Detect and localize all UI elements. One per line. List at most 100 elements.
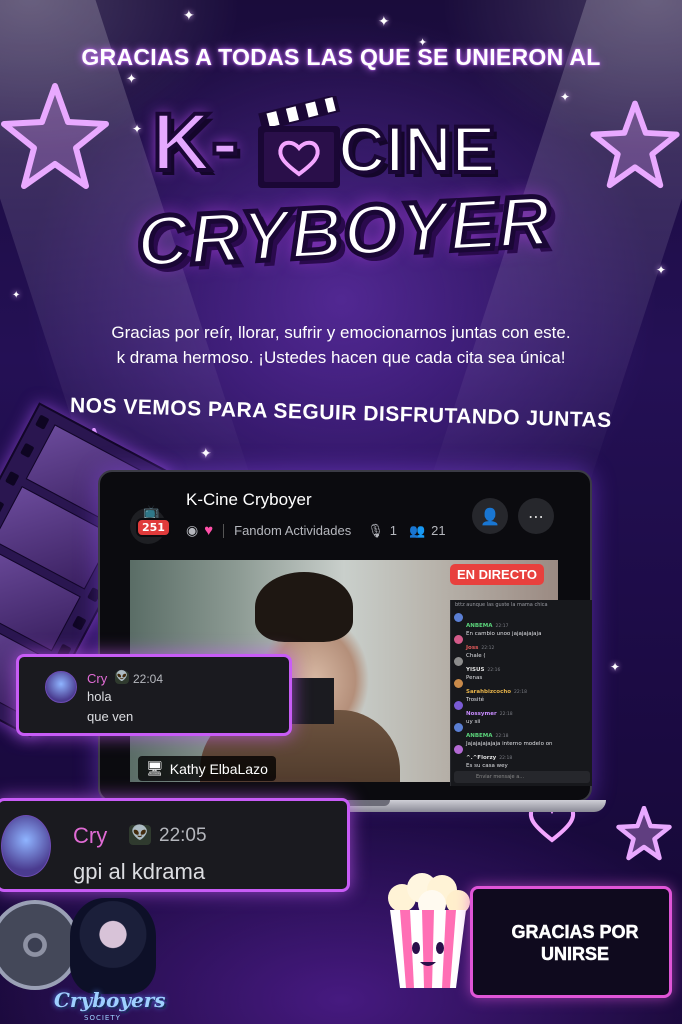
thanks-line-1: Gracias por reír, llorar, sufrir y emoci… [111,323,571,342]
chat-author: ANBEMA [466,623,493,629]
chat-message[interactable]: Sarahbizcocho 22:18 Trosité [451,676,592,703]
chat-time: 22:18 [495,734,509,739]
divider [223,523,225,538]
monitor-icon: 🖥 [146,760,164,776]
ticket-banner: GRACIAS POR UNIRSE [470,886,672,998]
avatar [454,745,463,754]
video-person-hair [255,572,353,642]
chat-message-list: ANBEMA 22:17 En cambio unoo jajajajajaja Jo… [451,610,592,769]
chat-time: 22:12 [481,646,495,651]
chat-message-header: Nossymer 22:18 [466,700,513,719]
chat-message-card: Cry 👽 22:04 hola que ven [16,654,292,736]
chat-message-header: ^.^Florzy 22:18 [466,744,512,763]
brand-logo-subtext: SOCIETY [84,1014,121,1022]
stage-meta: ◉ ♥ Fandom Actividades 🎙 1 👥 21 [186,522,446,539]
chat-message-card-large: Cry 👽 22:05 gpi al kdrama [0,798,350,892]
chat-message-header: ANBEMA 22:18 [466,722,553,741]
sparkle-icon: ✦ [610,660,621,674]
chat-top-text: bttz aunque las guste la mama chica [455,602,548,608]
chat-time: 22:18 [499,712,513,717]
logo-k-text: K- [150,97,241,188]
stage-title: K-Cine Cryboyer [186,490,312,509]
chat-message-body: Nossymer 22:18 uy sii [466,700,513,725]
thanks-paragraph: Gracias por reír, llorar, sufrir y emoci… [20,320,662,370]
alien-badge-icon: 👽 [115,671,129,684]
message-time: 22:05 [159,825,207,846]
message-author: Cry [87,671,108,686]
chat-author: ^.^Florzy [466,755,497,761]
chat-time: 22:17 [495,624,509,629]
sparkle-icon: ✦ [12,290,21,301]
live-badge: EN DIRECTO [450,564,544,585]
chat-message-body: YISUS 22:16 Penas [466,656,500,681]
chat-message-body: ^.^Florzy 22:18 Es su casa wey [466,744,512,769]
avatar [454,657,463,666]
chat-time: 22:18 [499,756,513,761]
stage-category: Fandom Actividades [234,523,352,538]
brand-logo-text: Cryboyers [54,988,166,1012]
thanks-line-2: k drama hermoso. ¡Ustedes hacen que cada… [116,348,566,367]
more-icon: ⋯ [528,506,544,526]
avatar [45,671,77,703]
screen-share-label: 🖥 Kathy ElbaLazo [138,756,276,781]
chat-message[interactable]: ANBEMA 22:18 Jajajajajajaja interno modelo… [451,720,592,747]
avatar [1,815,51,877]
chat-author: YISUS [466,667,485,673]
chat-message-header: YISUS 22:16 [466,656,500,675]
message-text: gpi al kdrama [73,859,206,884]
chat-message-body: Sarahbizcocho 22:18 Trosité [466,678,527,703]
server-badge: 251 [136,518,171,537]
avatar [454,613,463,622]
video-person-collar [290,678,334,724]
chat-message-header: Sarahbizcocho 22:18 [466,678,527,697]
heart-icon: ♥ [204,522,214,539]
chat-time: 22:18 [514,690,527,695]
sparkle-icon: ✦ [560,90,571,104]
message-author: Cry [73,823,108,848]
chat-message-header: ANBEMA 22:17 [466,612,541,631]
avatar [454,679,463,688]
sparkle-icon: ✦ [200,446,212,462]
sparkle-icon: ✦ [126,72,137,87]
chat-message-header: Joss 22:12 [466,634,494,653]
laptop-screen: 📺 251 K-Cine Cryboyer ◉ ♥ Fandom Activid… [98,470,592,802]
chat-message-body: Joss 22:12 Chale ( [466,634,494,659]
message-line-2: que ven [87,709,134,724]
sparkle-icon: ✦ [378,14,390,30]
chat-time: 22:16 [487,668,501,673]
star-icon [590,100,680,189]
film-reel [0,900,80,990]
users-icon: 👥 [408,522,426,538]
ticket-text: GRACIAS POR UNIRSE [511,922,639,965]
character-illustration [70,898,156,994]
headline: GRACIAS A TODAS LAS QUE SE UNIERON AL [81,44,601,70]
more-options-button[interactable]: ⋯ [518,498,554,534]
chat-message-body: ANBEMA 22:17 En cambio unoo jajajajajaja [466,612,541,637]
avatar [454,701,463,710]
microphone-icon: 🎙 [367,522,384,538]
message-time: 22:04 [133,672,164,686]
chat-message-body: ANBEMA 22:18 Jajajajajajaja interno modelo… [466,722,553,747]
chat-text: Es su casa wey [466,763,508,769]
screen-share-name: Kathy ElbaLazo [169,760,268,777]
chat-message[interactable]: ANBEMA 22:17 En cambio unoo jajajajajaja [451,610,592,637]
chat-author: ANBEMA [466,733,493,739]
sparkle-icon: ✦ [132,122,143,136]
clapperboard-heart-icon [258,96,341,188]
chat-author: Nossymer [466,711,497,717]
sparkle-icon: ✦ [183,8,195,24]
chat-panel: bttz aunque las guste la mama chica ANBE… [450,600,592,786]
listener-count: 21 [431,523,446,538]
chat-author: Joss [466,645,479,651]
chat-message[interactable]: YISUS 22:16 Penas [451,654,592,681]
add-user-icon: 👤 [480,506,500,526]
sparkle-icon: ✦ [656,263,667,277]
chat-author: Sarahbizcocho [466,689,512,695]
chat-input[interactable]: Enviar mensaje a... [454,771,590,783]
stage-broadcast-icon: ◉ [186,522,199,538]
popcorn-icon [388,873,470,988]
star-icon [1,83,109,189]
invite-user-button[interactable]: 👤 [472,498,508,534]
speaker-count: 1 [389,523,397,538]
message-line-1: hola [87,689,112,704]
